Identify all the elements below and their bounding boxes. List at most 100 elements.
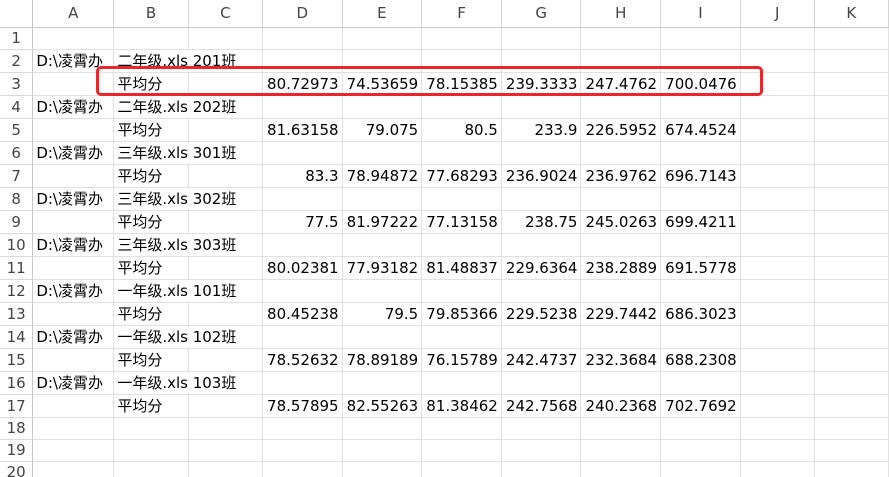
- row-header[interactable]: 4: [0, 95, 34, 119]
- cell-i[interactable]: 688.2308: [660, 348, 741, 372]
- column-header-h[interactable]: H: [580, 0, 662, 28]
- row-header[interactable]: 18: [0, 417, 34, 440]
- cell-h[interactable]: 238.2889: [580, 256, 662, 280]
- cell-b[interactable]: 二年级.xls 201班: [113, 49, 237, 73]
- cell-h[interactable]: 247.4762: [580, 72, 662, 96]
- row-header[interactable]: 13: [0, 302, 34, 326]
- cell-i[interactable]: [660, 49, 741, 73]
- cell-i[interactable]: 686.3023: [660, 302, 741, 326]
- cell-f[interactable]: [421, 233, 502, 257]
- cell-j[interactable]: [740, 371, 815, 395]
- cell-e[interactable]: [342, 279, 423, 303]
- cell-g[interactable]: 233.9: [501, 118, 582, 142]
- cell-i[interactable]: 691.5778: [660, 256, 741, 280]
- cell-d[interactable]: [262, 461, 343, 477]
- cell-c[interactable]: [188, 394, 263, 418]
- cell-j[interactable]: [740, 164, 815, 188]
- cell-j[interactable]: [740, 95, 815, 119]
- cell-f[interactable]: [421, 187, 502, 211]
- cell-k[interactable]: [814, 95, 889, 119]
- cell-a[interactable]: D:\凌霄办: [32, 325, 115, 349]
- cell-i[interactable]: [660, 371, 741, 395]
- cell-h[interactable]: [580, 233, 662, 257]
- cell-f[interactable]: [421, 95, 502, 119]
- cell-a[interactable]: D:\凌霄办: [32, 141, 115, 165]
- cell-b[interactable]: 平均分: [113, 210, 189, 234]
- cell-h[interactable]: 226.5952: [580, 118, 662, 142]
- row-header[interactable]: 16: [0, 371, 34, 395]
- cell-i[interactable]: 674.4524: [660, 118, 741, 142]
- row-header[interactable]: 19: [0, 439, 34, 462]
- cell-e[interactable]: [342, 461, 423, 477]
- row-header[interactable]: 8: [0, 187, 34, 211]
- row-header[interactable]: 7: [0, 164, 34, 188]
- cell-j[interactable]: [740, 439, 815, 462]
- cell-j[interactable]: [740, 348, 815, 372]
- cell-a[interactable]: [32, 27, 115, 50]
- cell-f[interactable]: [421, 49, 502, 73]
- row-header[interactable]: 2: [0, 49, 34, 73]
- cell-a[interactable]: [32, 348, 115, 372]
- cell-d[interactable]: [262, 279, 343, 303]
- cell-f[interactable]: 77.13158: [421, 210, 502, 234]
- cell-i[interactable]: [660, 461, 741, 477]
- row-header[interactable]: 12: [0, 279, 34, 303]
- cell-h[interactable]: [580, 439, 662, 462]
- cell-e[interactable]: 81.97222: [342, 210, 423, 234]
- cell-e[interactable]: 78.89189: [342, 348, 423, 372]
- cell-j[interactable]: [740, 256, 815, 280]
- select-all-corner[interactable]: [0, 0, 34, 28]
- cell-d[interactable]: [262, 27, 343, 50]
- cell-h[interactable]: [580, 49, 662, 73]
- cell-e[interactable]: [342, 325, 423, 349]
- cell-k[interactable]: [814, 210, 889, 234]
- column-header-g[interactable]: G: [501, 0, 582, 28]
- row-header[interactable]: 20: [0, 461, 34, 477]
- cell-k[interactable]: [814, 164, 889, 188]
- cell-a[interactable]: [32, 118, 115, 142]
- cell-f[interactable]: 81.48837: [421, 256, 502, 280]
- cell-d[interactable]: [262, 417, 343, 440]
- cell-b[interactable]: 三年级.xls 303班: [113, 233, 237, 257]
- cell-b[interactable]: 一年级.xls 103班: [113, 371, 237, 395]
- cell-b[interactable]: [113, 461, 189, 477]
- cell-c[interactable]: [188, 27, 263, 50]
- cell-a[interactable]: [32, 256, 115, 280]
- row-header[interactable]: 11: [0, 256, 34, 280]
- cell-g[interactable]: 239.3333: [501, 72, 582, 96]
- cell-k[interactable]: [814, 72, 889, 96]
- cell-a[interactable]: [32, 302, 115, 326]
- cell-g[interactable]: 242.7568: [501, 394, 582, 418]
- cell-e[interactable]: 74.53659: [342, 72, 423, 96]
- cell-d[interactable]: 77.5: [262, 210, 343, 234]
- column-header-k[interactable]: K: [814, 0, 889, 28]
- cell-e[interactable]: [342, 27, 423, 50]
- cell-a[interactable]: [32, 164, 115, 188]
- row-header[interactable]: 6: [0, 141, 34, 165]
- cell-g[interactable]: [501, 417, 582, 440]
- cell-d[interactable]: [262, 325, 343, 349]
- cell-b[interactable]: 平均分: [113, 348, 189, 372]
- cell-a[interactable]: [32, 417, 115, 440]
- cell-d[interactable]: [262, 371, 343, 395]
- cell-d[interactable]: 81.63158: [262, 118, 343, 142]
- cell-a[interactable]: D:\凌霄办: [32, 279, 115, 303]
- cell-j[interactable]: [740, 302, 815, 326]
- cell-c[interactable]: [188, 164, 263, 188]
- cell-g[interactable]: 229.5238: [501, 302, 582, 326]
- cell-j[interactable]: [740, 394, 815, 418]
- cell-j[interactable]: [740, 187, 815, 211]
- cell-c[interactable]: [188, 256, 263, 280]
- cell-c[interactable]: [188, 118, 263, 142]
- column-header-j[interactable]: J: [740, 0, 815, 28]
- column-header-d[interactable]: D: [262, 0, 343, 28]
- cell-table[interactable]: A B C D E F G H I J K 1 2 D:\凌霄办 二年级.xls 20…: [0, 0, 889, 477]
- cell-d[interactable]: 80.45238: [262, 302, 343, 326]
- cell-f[interactable]: [421, 417, 502, 440]
- cell-k[interactable]: [814, 348, 889, 372]
- cell-e[interactable]: [342, 233, 423, 257]
- cell-g[interactable]: [501, 27, 582, 50]
- cell-g[interactable]: 242.4737: [501, 348, 582, 372]
- cell-i[interactable]: [660, 95, 741, 119]
- cell-e[interactable]: [342, 439, 423, 462]
